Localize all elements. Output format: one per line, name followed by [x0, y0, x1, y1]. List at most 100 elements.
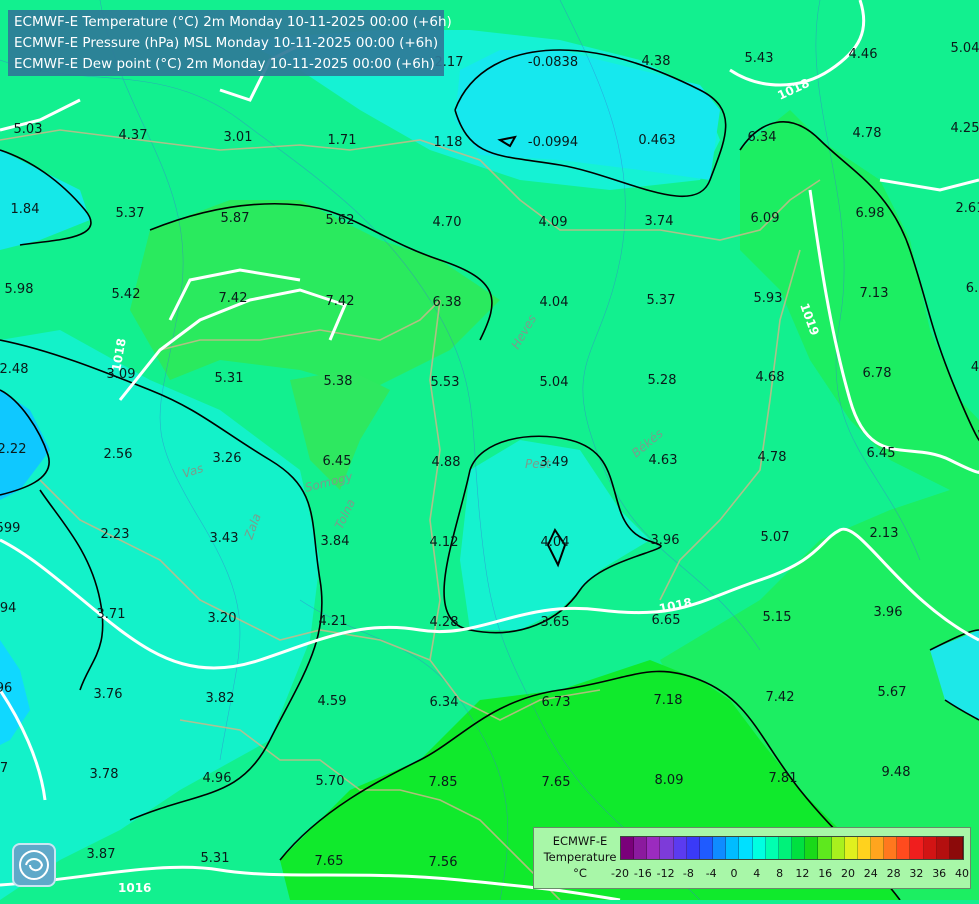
grid-value: 6.98 — [856, 206, 885, 221]
grid-value: 5.37 — [116, 206, 145, 221]
grid-value: 4.59 — [318, 694, 347, 709]
legend-swatch — [778, 837, 793, 859]
grid-value: 3.65 — [541, 615, 570, 630]
grid-value: 6.38 — [433, 295, 462, 310]
legend-swatch — [870, 837, 885, 859]
legend-swatch — [923, 837, 937, 859]
grid-value: 6.34 — [748, 130, 777, 145]
legend-variable: Temperature — [543, 850, 617, 864]
legend-swatch — [897, 837, 911, 859]
grid-value: 494 — [0, 601, 16, 616]
grid-value: 4.21 — [319, 614, 348, 629]
grid-value: 4.70 — [433, 215, 462, 230]
grid-value: 4.63 — [649, 453, 678, 468]
grid-value: 4.09 — [539, 215, 568, 230]
grid-value: 2.48 — [0, 362, 28, 377]
legend-tick-label: 32 — [909, 867, 924, 880]
grid-value: 5.98 — [5, 282, 34, 297]
grid-value: 4.78 — [853, 126, 882, 141]
grid-value: 96 — [0, 681, 12, 696]
grid-value: 3.76 — [94, 687, 123, 702]
grid-value: 3.87 — [87, 847, 116, 862]
grid-value: 4.12 — [430, 535, 459, 550]
legend-swatch — [844, 837, 858, 859]
legend-title: ECMWF-E — [552, 834, 608, 848]
grid-value: 6.78 — [863, 366, 892, 381]
grid-value: 5.31 — [201, 851, 230, 866]
grid-value: -0.0994 — [528, 135, 578, 150]
grid-value: 5.38 — [324, 374, 353, 389]
legend-tick-label: 28 — [886, 867, 901, 880]
grid-value: 3.96 — [874, 605, 903, 620]
header-line-temperature: ECMWF-E Temperature (°C) 2m Monday 10-11… — [14, 14, 452, 30]
isobar-label: 1016 — [118, 881, 151, 895]
grid-value: 7.42 — [326, 294, 355, 309]
grid-value: 3.71 — [97, 607, 126, 622]
legend-swatch — [884, 837, 898, 859]
grid-value: 3.01 — [224, 130, 253, 145]
legend-tick-label: -20 — [611, 867, 629, 880]
grid-value: 1.18 — [434, 135, 463, 150]
legend-tick-label: 16 — [818, 867, 833, 880]
legend-tick-label: -16 — [633, 867, 652, 880]
grid-value: 3.43 — [210, 531, 239, 546]
grid-value: 5.43 — [745, 51, 774, 66]
grid-value: 599 — [0, 521, 20, 536]
legend-swatch — [792, 837, 806, 859]
legend-swatch — [949, 837, 964, 859]
legend-swatch — [686, 837, 700, 859]
grid-value: 6.09 — [751, 211, 780, 226]
legend-unit: °C — [573, 866, 587, 880]
grid-value: 5.42 — [112, 287, 141, 302]
grid-value: 2.23 — [101, 527, 130, 542]
legend-tick-label: -4 — [705, 867, 717, 880]
grid-value: 3.96 — [651, 533, 680, 548]
legend-tick-label: 36 — [932, 867, 947, 880]
grid-value: 6.73 — [542, 695, 571, 710]
legend-swatch — [699, 837, 714, 859]
brand-logo-icon — [12, 843, 56, 887]
grid-value: 8.09 — [655, 773, 684, 788]
grid-value: 5.31 — [215, 371, 244, 386]
legend-swatch — [818, 837, 832, 859]
legend-tick-label: 12 — [795, 867, 810, 880]
grid-value: 5.87 — [221, 211, 250, 226]
legend-swatch — [621, 837, 635, 859]
grid-value: 5.93 — [754, 291, 783, 306]
grid-value: 5.70 — [316, 774, 345, 789]
legend-swatch — [752, 837, 766, 859]
header-line-dewpoint: ECMWF-E Dew point (°C) 2m Monday 10-11-2… — [14, 56, 435, 72]
grid-value: 0.463 — [638, 133, 675, 148]
grid-value: 2.13 — [870, 526, 899, 541]
grid-value: 7.42 — [766, 690, 795, 705]
grid-value: 5.28 — [648, 373, 677, 388]
grid-value: 4.96 — [203, 771, 232, 786]
grid-value: 5.03 — [14, 122, 43, 137]
grid-value: 3.20 — [208, 611, 237, 626]
grid-value: 4.04 — [541, 535, 570, 550]
legend-tick-label: 20 — [841, 867, 855, 880]
legend-swatch — [739, 837, 753, 859]
legend-tick-label: -8 — [682, 867, 694, 880]
legend-tick-label: -12 — [656, 867, 675, 880]
map-canvas: 1018 1019 1018 1016 1018 Heves Pest Béké… — [0, 0, 979, 902]
grid-value: -0.0838 — [528, 55, 578, 70]
grid-value: 3.26 — [213, 451, 242, 466]
grid-value: 4.28 — [430, 615, 459, 630]
legend-swatch — [857, 837, 871, 859]
grid-value: 4.37 — [119, 128, 148, 143]
grid-value: 4.25 — [951, 121, 979, 136]
grid-value: 4.46 — [849, 47, 878, 62]
legend-swatch — [910, 837, 924, 859]
grid-value: 6.34 — [430, 695, 459, 710]
grid-value: 2.56 — [104, 447, 133, 462]
grid-value: 4.88 — [432, 455, 461, 470]
grid-value: 2.22 — [0, 442, 26, 457]
legend-swatch — [831, 837, 845, 859]
legend-swatch — [805, 837, 819, 859]
legend-swatch — [726, 837, 740, 859]
grid-value: 4 — [971, 360, 979, 375]
grid-value: 5.37 — [647, 293, 676, 308]
grid-value: 7.81 — [769, 771, 798, 786]
grid-value: 7.18 — [654, 693, 683, 708]
